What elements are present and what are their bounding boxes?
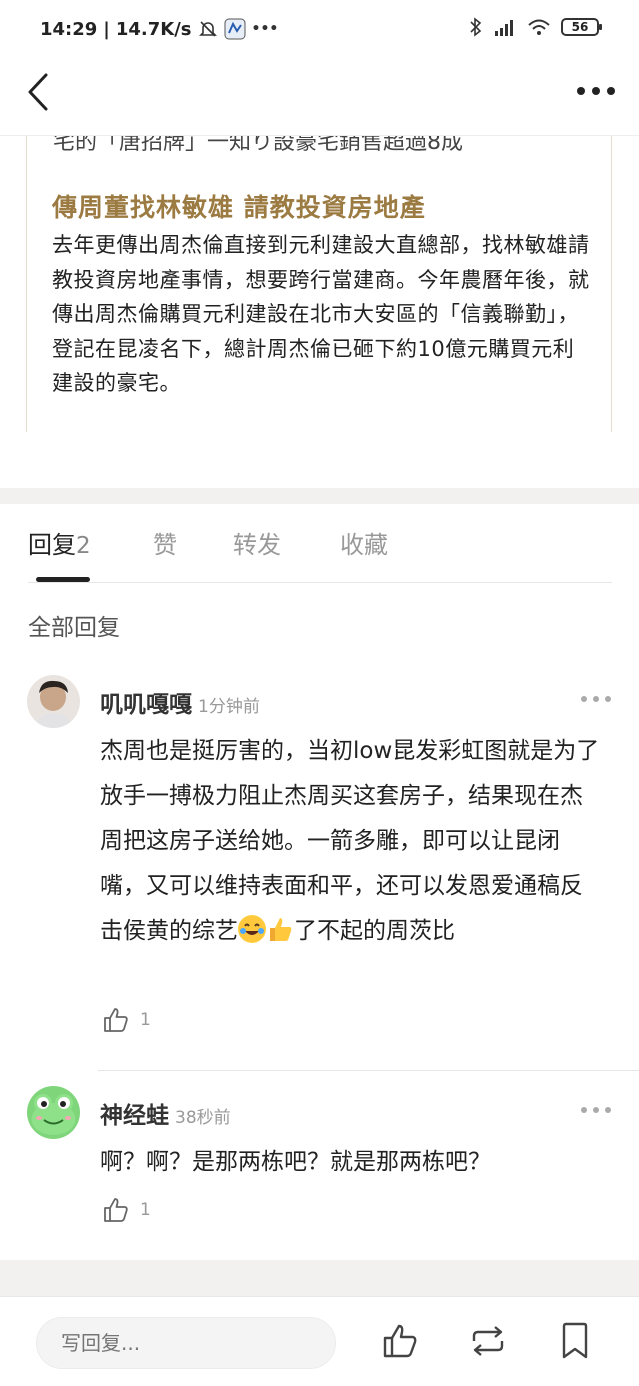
status-left: 14:29 | 14.7K/s ••• (40, 18, 279, 40)
active-tab-indicator (36, 577, 90, 582)
like-icon (383, 1324, 417, 1358)
tab-favorites-label: 收藏 (340, 531, 388, 559)
section-divider (0, 488, 639, 504)
back-button[interactable] (18, 70, 58, 114)
chevron-left-icon (28, 73, 48, 111)
bottom-spacer (0, 1260, 639, 1296)
comment-text: 啊？啊？是那两栋吧？就是那两栋吧？ (100, 1140, 600, 1185)
more-options-button[interactable] (573, 76, 619, 106)
comment-more-button[interactable] (581, 1100, 611, 1120)
comment-author[interactable]: 神经蛙 38秒前 (100, 1096, 231, 1130)
like-button[interactable] (378, 1319, 422, 1363)
comment-text: 杰周也是挺厉害的，当初low昆发彩虹图就是为了放手一搏极力阻止杰周买这套房子，结… (100, 729, 600, 954)
tab-likes-label: 赞 (153, 531, 177, 559)
tab-replies-label: 回复 (28, 531, 76, 559)
nav-bar (0, 58, 639, 136)
thumbs-up-emoji-icon (266, 915, 294, 943)
reply-input[interactable] (36, 1317, 336, 1369)
comment-like-count: 1 (140, 1010, 151, 1030)
bookmark-icon (562, 1322, 588, 1359)
comment-divider (98, 1070, 639, 1071)
comment-text-main: 啊？啊？是那两栋吧？就是那两栋吧？ (100, 1149, 491, 1175)
comment-text-tail: 了不起的周茨比 (294, 918, 455, 944)
all-replies-label: 全部回复 (28, 615, 120, 641)
status-bar: 14:29 | 14.7K/s ••• 56 (0, 0, 639, 58)
frog-avatar-icon (27, 1086, 80, 1139)
signal-icon (495, 20, 513, 36)
bottom-action-bar (0, 1296, 639, 1386)
thumbs-up-icon (104, 1008, 128, 1032)
comment-like-count: 1 (140, 1200, 151, 1220)
bookmark-button[interactable] (553, 1319, 597, 1363)
comment-time: 1分钟前 (198, 697, 260, 717)
more-dots-icon (577, 87, 615, 95)
bluetooth-icon (470, 17, 482, 37)
comment-like-button[interactable]: 1 (102, 1006, 151, 1034)
article-body: 去年更傳出周杰倫直接到元利建設大直總部，找林敏雄請教投資房地產事情，想要跨行當建… (52, 233, 590, 395)
comment-text-main: 杰周也是挺厉害的，当初low昆发彩虹图就是为了放手一搏极力阻止杰周买这套房子，结… (100, 738, 600, 944)
repost-button[interactable] (466, 1319, 510, 1363)
wifi-icon (528, 19, 550, 35)
network-speed: 14.7K/s (115, 18, 192, 40)
tab-favorites[interactable]: 收藏 (340, 525, 388, 560)
user-avatar-icon (27, 675, 80, 728)
comment-author-name: 神经蛙 (100, 1103, 169, 1129)
status-time: 14:29 (40, 18, 98, 40)
tab-replies-count: 2 (76, 533, 91, 559)
tab-reposts[interactable]: 转发 (233, 525, 281, 560)
app-notification-icon (224, 18, 246, 40)
status-right: 56 (469, 17, 602, 37)
avatar[interactable] (27, 675, 80, 728)
bell-muted-icon (198, 21, 217, 37)
article-heading: 傳周董找林敏雄 請教投資房地產 (52, 193, 426, 222)
interaction-tabs: 回复2 赞 转发 收藏 (28, 525, 612, 583)
tab-replies[interactable]: 回复2 (28, 525, 91, 560)
thumbs-up-icon (104, 1198, 128, 1222)
comment-time: 38秒前 (175, 1108, 231, 1128)
comment-author-name: 叽叽嘎嘎 (100, 692, 192, 718)
comment-more-button[interactable] (581, 689, 611, 709)
battery-icon: 56 (561, 18, 602, 36)
comment-author[interactable]: 叽叽嘎嘎 1分钟前 (100, 685, 260, 719)
laughing-crying-emoji-icon (238, 915, 266, 943)
comment-like-button[interactable]: 1 (102, 1196, 151, 1224)
avatar[interactable] (27, 1086, 80, 1139)
repost-icon (472, 1326, 504, 1356)
article-card: 宅的「唐招牌」一知り設豪宅銷售超過8成 傳周董找林敏雄 請教投資房地產 去年更傳… (26, 118, 612, 432)
more-notifications-icon: ••• (251, 21, 279, 37)
tab-likes[interactable]: 赞 (153, 525, 177, 560)
tab-reposts-label: 转发 (233, 531, 281, 559)
